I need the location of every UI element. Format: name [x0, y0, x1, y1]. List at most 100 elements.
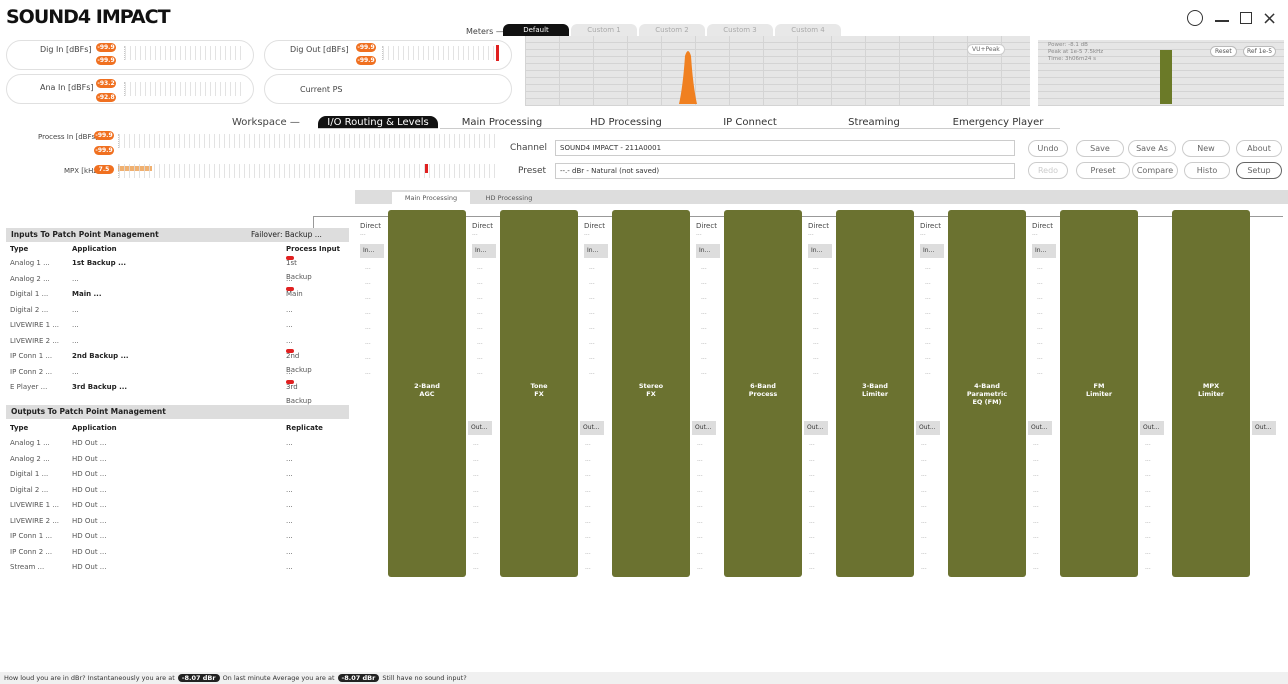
slot-dots[interactable]: ...	[365, 264, 371, 271]
slot-dots[interactable]: ...	[1145, 502, 1151, 509]
reset-button[interactable]: Reset	[1210, 46, 1237, 57]
slot-dots[interactable]: ...	[589, 339, 595, 346]
input-chip[interactable]: In...	[808, 244, 832, 258]
processing-block[interactable]: MPX Limiter	[1172, 210, 1250, 577]
direct-slot[interactable]: Direct...	[808, 222, 829, 237]
tab-io-routing[interactable]: I/O Routing & Levels	[318, 116, 438, 129]
proc-tab-main[interactable]: Main Processing	[392, 192, 470, 204]
slot-dots[interactable]: ...	[473, 471, 479, 478]
slot-dots[interactable]: ...	[1037, 339, 1043, 346]
slot-dots[interactable]: ...	[921, 471, 927, 478]
direct-slot[interactable]: Direct...	[360, 222, 381, 237]
slot-dots[interactable]: ...	[925, 369, 931, 376]
slot-dots[interactable]: ...	[365, 294, 371, 301]
slot-dots[interactable]: ...	[1033, 549, 1039, 556]
slot-dots[interactable]: ...	[701, 324, 707, 331]
slot-dots[interactable]: ...	[809, 564, 815, 571]
direct-slot[interactable]: Direct...	[472, 222, 493, 237]
slot-dots[interactable]: ...	[1033, 533, 1039, 540]
slot-dots[interactable]: ...	[473, 456, 479, 463]
output-chip[interactable]: Out...	[580, 421, 604, 435]
meter-tab-custom3[interactable]: Custom 3	[707, 24, 773, 36]
setup-button[interactable]: Setup	[1236, 162, 1282, 179]
slot-dots[interactable]: ...	[697, 533, 703, 540]
histo-button[interactable]: Histo	[1184, 162, 1230, 179]
slot-dots[interactable]: ...	[477, 279, 483, 286]
slot-dots[interactable]: ...	[477, 324, 483, 331]
output-chip[interactable]: Out...	[468, 421, 492, 435]
slot-dots[interactable]: ...	[925, 354, 931, 361]
input-chip[interactable]: In...	[584, 244, 608, 258]
slot-dots[interactable]: ...	[1037, 324, 1043, 331]
mute-icon[interactable]	[1187, 10, 1203, 26]
slot-dots[interactable]: ...	[473, 533, 479, 540]
input-row[interactable]: Digital 2 .........	[6, 303, 349, 317]
save-as-button[interactable]: Save As	[1128, 140, 1176, 157]
slot-dots[interactable]: ...	[1145, 440, 1151, 447]
slot-dots[interactable]: ...	[921, 533, 927, 540]
input-row[interactable]: IP Conn 2 .........	[6, 365, 349, 379]
slot-dots[interactable]: ...	[925, 264, 931, 271]
slot-dots[interactable]: ...	[921, 456, 927, 463]
input-chip[interactable]: In...	[696, 244, 720, 258]
preset-button[interactable]: Preset	[1076, 162, 1130, 179]
channel-field[interactable]: SOUND4 IMPACT - 211A0001	[555, 140, 1015, 156]
input-chip[interactable]: In...	[360, 244, 384, 258]
slot-dots[interactable]: ...	[697, 471, 703, 478]
slot-dots[interactable]: ...	[1145, 471, 1151, 478]
slot-dots[interactable]: ...	[809, 533, 815, 540]
processing-block[interactable]: 6-Band Process	[724, 210, 802, 577]
new-button[interactable]: New	[1182, 140, 1230, 157]
slot-dots[interactable]: ...	[813, 324, 819, 331]
input-row[interactable]: Analog 1 ... 1st Backup ... 1st Backup	[6, 256, 349, 281]
processing-block[interactable]: 4-Band Parametric EQ (FM)	[948, 210, 1026, 577]
output-chip[interactable]: Out...	[1028, 421, 1052, 435]
slot-dots[interactable]: ...	[585, 487, 591, 494]
slot-dots[interactable]: ...	[697, 549, 703, 556]
meter-tab-custom2[interactable]: Custom 2	[639, 24, 705, 36]
slot-dots[interactable]: ...	[365, 309, 371, 316]
slot-dots[interactable]: ...	[701, 354, 707, 361]
slot-dots[interactable]: ...	[1145, 564, 1151, 571]
tab-emergency-player[interactable]: Emergency Player	[936, 116, 1060, 129]
slot-dots[interactable]: ...	[921, 487, 927, 494]
slot-dots[interactable]: ...	[589, 354, 595, 361]
slot-dots[interactable]: ...	[1145, 518, 1151, 525]
input-row[interactable]: IP Conn 1 ... 2nd Backup ... 2nd Backup	[6, 349, 349, 374]
slot-dots[interactable]: ...	[585, 518, 591, 525]
meter-tab-default[interactable]: Default	[503, 24, 569, 36]
slot-dots[interactable]: ...	[809, 440, 815, 447]
slot-dots[interactable]: ...	[697, 502, 703, 509]
slot-dots[interactable]: ...	[1037, 279, 1043, 286]
slot-dots[interactable]: ...	[477, 264, 483, 271]
close-button[interactable]: ×	[1262, 8, 1277, 29]
slot-dots[interactable]: ...	[365, 354, 371, 361]
slot-dots[interactable]: ...	[589, 294, 595, 301]
save-button[interactable]: Save	[1076, 140, 1124, 157]
slot-dots[interactable]: ...	[585, 564, 591, 571]
input-row[interactable]: E Player ... 3rd Backup ... 3rd Backup	[6, 380, 349, 405]
slot-dots[interactable]: ...	[477, 309, 483, 316]
slot-dots[interactable]: ...	[589, 264, 595, 271]
output-chip[interactable]: Out...	[916, 421, 940, 435]
output-chip[interactable]: Out...	[804, 421, 828, 435]
processing-block[interactable]: Tone FX	[500, 210, 578, 577]
input-chip[interactable]: In...	[920, 244, 944, 258]
input-row[interactable]: Analog 2 .........	[6, 272, 349, 286]
slot-dots[interactable]: ...	[697, 440, 703, 447]
slot-dots[interactable]: ...	[813, 354, 819, 361]
slot-dots[interactable]: ...	[477, 369, 483, 376]
vu-peak-button[interactable]: VU+Peak	[967, 44, 1005, 55]
slot-dots[interactable]: ...	[1037, 309, 1043, 316]
compare-button[interactable]: Compare	[1132, 162, 1178, 179]
slot-dots[interactable]: ...	[1145, 487, 1151, 494]
slot-dots[interactable]: ...	[925, 309, 931, 316]
slot-dots[interactable]: ...	[1145, 533, 1151, 540]
slot-dots[interactable]: ...	[1033, 456, 1039, 463]
slot-dots[interactable]: ...	[589, 324, 595, 331]
slot-dots[interactable]: ...	[473, 549, 479, 556]
slot-dots[interactable]: ...	[365, 369, 371, 376]
output-row[interactable]: IP Conn 2 ... HD Out ......	[6, 545, 349, 559]
slot-dots[interactable]: ...	[921, 564, 927, 571]
output-row[interactable]: Analog 2 ... HD Out ......	[6, 452, 349, 466]
